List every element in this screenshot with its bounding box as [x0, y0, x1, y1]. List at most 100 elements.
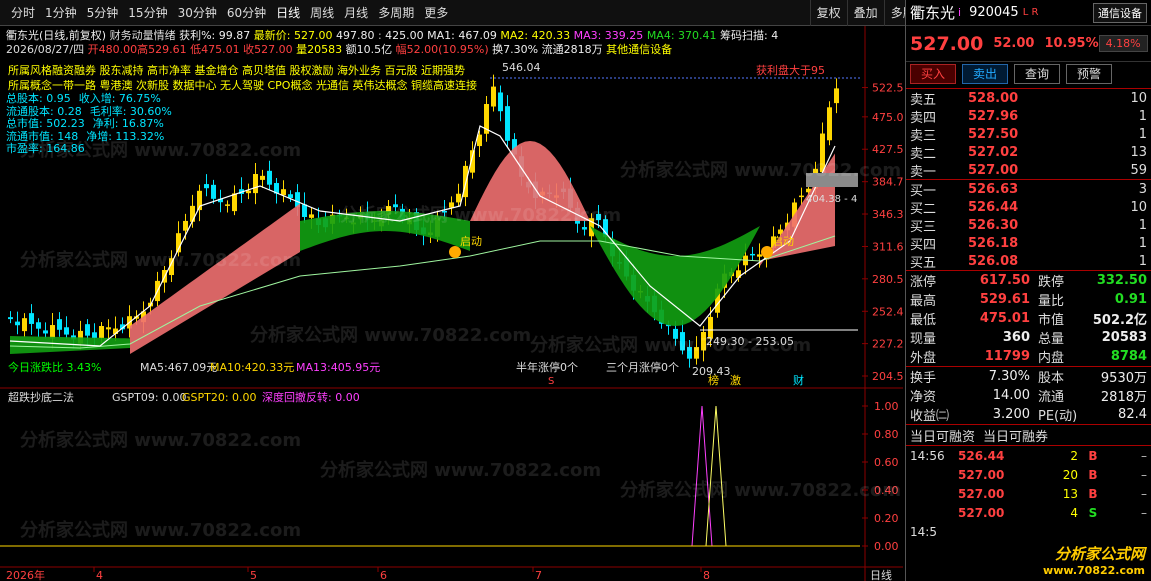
asks-row[interactable]: 卖二 527.02 13 [906, 143, 1151, 162]
trade-button-0[interactable]: 买入 [910, 64, 957, 84]
price-axis-label: 252.4 [872, 305, 903, 318]
stat-key: 总股本: 0.95 [6, 92, 71, 105]
candle-body [29, 313, 34, 324]
brand-logo: 分析家公式网 www.70822.com [1043, 543, 1145, 577]
quote-value: 360 [1002, 330, 1030, 345]
asks-row[interactable]: 卖五 528.00 10 [906, 89, 1151, 108]
stock-code: 920045 [969, 5, 1019, 20]
bids-row[interactable]: 买四 526.18 1 [906, 234, 1151, 253]
bar-float: 流通2818万 [541, 43, 603, 56]
bids-price: 526.63 [968, 181, 1019, 197]
asks-level: 卖一 [910, 164, 937, 180]
quote-value-2: 8784 [1110, 349, 1147, 364]
bids-row[interactable]: 买五 526.08 1 [906, 252, 1151, 271]
price-axis-label: 280.5 [872, 273, 903, 286]
asks-price: 528.00 [968, 90, 1019, 106]
candle-body [99, 326, 104, 338]
peak-label: 546.04 [502, 61, 541, 74]
quote2-value-2: 9530万 [1100, 371, 1147, 386]
asks-row[interactable]: 卖四 527.96 1 [906, 107, 1151, 126]
sector-button[interactable]: 通信设备 [1093, 2, 1147, 23]
candle-body [8, 317, 13, 320]
bar-high: 高529.61 [137, 43, 187, 56]
period-tab-4[interactable]: 30分钟 [173, 0, 222, 26]
price-change: 52.00 [993, 36, 1035, 51]
ma10-label: MA10:420.33元 [210, 361, 294, 374]
margin-tab-1[interactable]: 当日可融券 [983, 426, 1048, 445]
period-tab-6[interactable]: 日线 [271, 0, 305, 26]
asks-level: 卖三 [910, 128, 937, 144]
half-year-limit: 半年涨停0个 [516, 360, 578, 374]
period-tab-3[interactable]: 15分钟 [123, 0, 172, 26]
quote-value-2: 502.2亿 [1092, 313, 1147, 328]
chip-scan: 筹码扫描: 4 [720, 29, 779, 42]
quote2-row: 换手 7.30% 股本 9530万 [906, 367, 1151, 386]
trade-button-3[interactable]: 预警 [1066, 64, 1113, 84]
period-tab-2[interactable]: 5分钟 [82, 0, 124, 26]
quote2-value-2: 82.4 [1118, 407, 1147, 422]
price-row: 527.00 52.00 10.95% 4.18% [906, 26, 1151, 62]
stat-value: 净利: 16.87% [92, 117, 164, 130]
candle-body [225, 204, 230, 206]
sub-axis-label: 0.60 [874, 456, 899, 469]
bids-row[interactable]: 买一 526.63 3 [906, 180, 1151, 199]
asks-level: 卖二 [910, 146, 937, 162]
quote-key-2: 跌停 [1038, 275, 1065, 290]
quote-value-2: 332.50 [1096, 273, 1147, 288]
bar-volume: 量20583 [296, 43, 343, 56]
candle-body [43, 330, 48, 334]
bids-row[interactable]: 买二 526.44 10 [906, 198, 1151, 217]
period-tab-8[interactable]: 月线 [339, 0, 373, 26]
asks-row[interactable]: 卖一 527.00 59 [906, 161, 1151, 180]
rise-fall-ratio: 今日涨跌比 3.43% [8, 360, 101, 374]
candle-body [211, 184, 216, 199]
sector-change-pct: 4.18% [1098, 35, 1148, 52]
tick-volume: 2 [1070, 448, 1078, 463]
watermark-text: 分析家公式网 www.70822.com [250, 324, 531, 346]
quote2-row: 收益㈡ 3.200 PE(动) 82.4 [906, 405, 1151, 424]
asks-volume: 13 [1130, 144, 1147, 160]
candle-body [750, 253, 755, 256]
trade-button-1[interactable]: 卖出 [962, 64, 1009, 84]
tick-dash: – [1141, 505, 1147, 520]
bids-level: 买一 [910, 183, 937, 199]
start-label-2: 启动 [772, 235, 794, 248]
asks-price: 527.02 [968, 144, 1019, 160]
period-tab-9[interactable]: 多周期 [373, 0, 419, 26]
kline-chart-panel[interactable]: 522.5 475.0 427.5 384.7 346.3 311.6 280.5 252.4… [0, 26, 903, 581]
quote-value: 529.61 [979, 292, 1030, 307]
stock-header: 衢东光 i 920045 L R 通信设备 [906, 0, 1151, 26]
asks-row[interactable]: 卖三 527.50 1 [906, 125, 1151, 144]
period-tab-10[interactable]: 更多 [419, 0, 453, 26]
toolbar-action-0[interactable]: 复权 [809, 0, 847, 26]
period-tab-5[interactable]: 60分钟 [222, 0, 271, 26]
info-icon[interactable]: i [958, 6, 961, 19]
period-tab-1[interactable]: 1分钟 [40, 0, 82, 26]
candle-body [50, 325, 55, 339]
candle-body [190, 205, 195, 222]
price-axis-label: 227.2 [872, 338, 903, 351]
toolbar-action-1[interactable]: 叠加 [846, 0, 884, 26]
margin-tab-0[interactable]: 当日可融资 [910, 426, 975, 445]
quote-row: 涨停 617.50 跌停 332.50 [906, 271, 1151, 290]
price-axis-label: 475.0 [872, 111, 903, 124]
candle-body [204, 184, 209, 189]
period-tab-0[interactable]: 分时 [6, 0, 40, 26]
bids-row[interactable]: 买三 526.30 1 [906, 216, 1151, 235]
trade-button-2[interactable]: 查询 [1014, 64, 1061, 84]
bids-price: 526.18 [968, 235, 1019, 251]
quote-row: 最高 529.61 量比 0.91 [906, 290, 1151, 309]
tick-price: 527.00 [958, 505, 1005, 520]
tick-time: 14:56 [910, 448, 945, 463]
time-axis-label: 7 [535, 569, 542, 581]
candle-body [456, 193, 461, 203]
bids-price: 526.30 [968, 217, 1019, 233]
bids-volume: 10 [1130, 199, 1147, 215]
tick-direction: B [1088, 448, 1098, 463]
period-tab-7[interactable]: 周线 [305, 0, 339, 26]
stat-key: 市盈率: 164.86 [6, 142, 85, 155]
stat-row: 市盈率: 164.86 [6, 142, 172, 156]
tick-clock: 14:5 [910, 524, 937, 539]
quote2-key-2: PE(动) [1038, 409, 1078, 424]
quote-key: 最低 [910, 313, 937, 328]
